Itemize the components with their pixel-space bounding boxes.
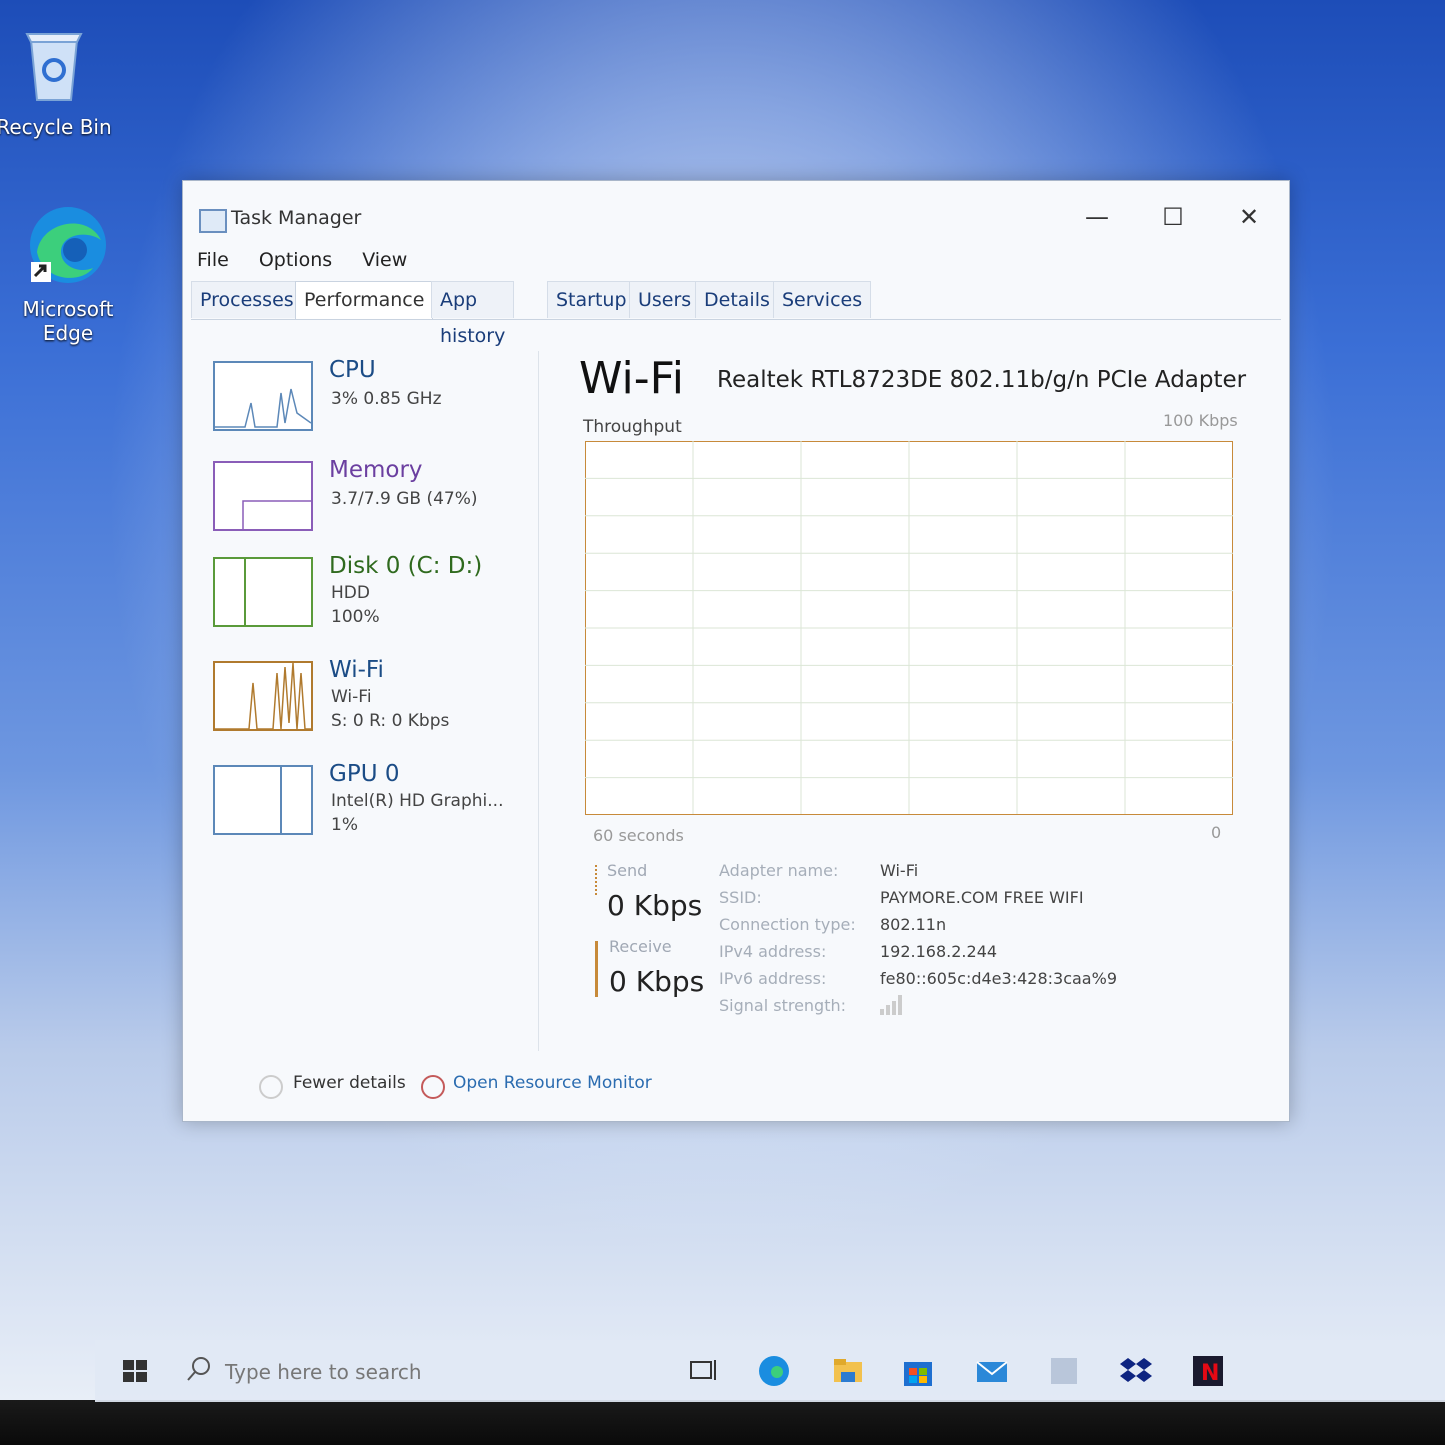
sidebar-item-disk[interactable]: Disk 0 (C: D:) HDD 100% xyxy=(213,553,533,647)
minimize-button[interactable]: — xyxy=(1067,197,1127,237)
info-key-ipv6: IPv6 address: xyxy=(719,969,827,988)
monitor-bezel xyxy=(0,1400,1445,1445)
info-value-ipv4: 192.168.2.244 xyxy=(880,942,998,961)
gpu-usage: 1% xyxy=(331,815,358,835)
taskbar-search-box[interactable]: Type here to search xyxy=(175,1348,555,1394)
task-manager-window: Task Manager — ☐ ✕ File Options View Pro… xyxy=(182,180,1290,1122)
info-value-ssid: PAYMORE.COM FREE WIFI xyxy=(880,888,1084,907)
send-label: Send xyxy=(607,861,648,880)
receive-label: Receive xyxy=(609,937,672,956)
file-explorer-icon[interactable] xyxy=(831,1354,865,1388)
dropbox-icon[interactable] xyxy=(1119,1354,1153,1388)
cpu-title: CPU xyxy=(329,357,376,383)
task-manager-icon xyxy=(199,209,227,233)
sidebar-item-memory[interactable]: Memory 3.7/7.9 GB (47%) xyxy=(213,457,533,551)
cpu-usage: 3% 0.85 GHz xyxy=(331,389,442,409)
taskbar: Type here to search N xyxy=(95,1340,1445,1402)
chevron-up-icon[interactable] xyxy=(259,1075,283,1099)
send-value: 0 Kbps xyxy=(607,889,703,922)
sidebar-item-wifi[interactable]: Wi-Fi Wi-Fi S: 0 R: 0 Kbps xyxy=(213,657,533,751)
cpu-mini-graph xyxy=(213,361,313,431)
memory-title: Memory xyxy=(329,457,423,483)
info-key-ipv4: IPv4 address: xyxy=(719,942,827,961)
sidebar-item-gpu[interactable]: GPU 0 Intel(R) HD Graphi... 1% xyxy=(213,761,533,855)
resource-monitor-icon xyxy=(421,1075,445,1099)
wifi-rates: S: 0 R: 0 Kbps xyxy=(331,711,450,731)
windows-start-icon[interactable] xyxy=(119,1354,153,1388)
edge-icon[interactable] xyxy=(757,1354,791,1388)
info-key-connection: Connection type: xyxy=(719,915,856,934)
graph-label: Throughput xyxy=(583,417,682,437)
page-title: Wi-Fi xyxy=(579,353,684,404)
fewer-details-link[interactable]: Fewer details xyxy=(293,1073,406,1093)
send-indicator xyxy=(595,865,597,895)
edge-label: Microsoft Edge xyxy=(22,297,114,345)
memory-usage: 3.7/7.9 GB (47%) xyxy=(331,489,478,509)
sidebar-item-cpu[interactable]: CPU 3% 0.85 GHz xyxy=(213,357,533,451)
memory-mini-graph xyxy=(213,461,313,531)
disk-mini-graph xyxy=(213,557,313,627)
graph-scale-max: 100 Kbps xyxy=(1163,411,1238,430)
menu-options[interactable]: Options xyxy=(259,249,332,271)
graph-scale-min: 0 xyxy=(1211,823,1222,842)
close-button[interactable]: ✕ xyxy=(1219,197,1279,237)
info-key-adapter: Adapter name: xyxy=(719,861,839,880)
recycle-bin-icon xyxy=(0,26,114,109)
recycle-bin-shortcut[interactable]: Recycle Bin xyxy=(0,26,114,139)
tab-processes[interactable]: Processes xyxy=(191,281,303,318)
menu-file[interactable]: File xyxy=(197,249,229,271)
tab-startup[interactable]: Startup xyxy=(547,281,636,318)
wifi-subtitle: Wi-Fi xyxy=(331,687,372,707)
throughput-graph xyxy=(585,441,1233,815)
app-icon[interactable] xyxy=(1047,1354,1081,1388)
gpu-name: Intel(R) HD Graphi... xyxy=(331,791,504,811)
search-icon xyxy=(185,1354,219,1388)
disk-usage: 100% xyxy=(331,607,380,627)
info-key-ssid: SSID: xyxy=(719,888,762,907)
tab-divider xyxy=(191,319,1281,320)
tab-performance[interactable]: Performance xyxy=(295,281,434,320)
maximize-button[interactable]: ☐ xyxy=(1143,197,1203,237)
info-key-signal: Signal strength: xyxy=(719,996,847,1015)
tab-details[interactable]: Details xyxy=(695,281,779,318)
sidebar-divider xyxy=(538,351,539,1051)
menu-view[interactable]: View xyxy=(362,249,407,271)
netflix-icon[interactable]: N xyxy=(1191,1354,1225,1388)
edge-shortcut[interactable]: Microsoft Edge xyxy=(8,204,128,345)
tab-services[interactable]: Services xyxy=(773,281,872,318)
tab-app-history[interactable]: App history xyxy=(431,281,515,347)
gpu-mini-graph xyxy=(213,765,313,835)
open-resource-monitor-link[interactable]: Open Resource Monitor xyxy=(453,1073,652,1093)
edge-icon xyxy=(8,204,128,291)
window-title: Task Manager xyxy=(231,207,362,229)
wifi-mini-graph xyxy=(213,661,313,731)
graph-time-span: 60 seconds xyxy=(593,826,684,845)
store-icon[interactable] xyxy=(901,1354,935,1388)
adapter-name-heading: Realtek RTL8723DE 802.11b/g/n PCIe Adapt… xyxy=(717,367,1247,393)
recycle-bin-label: Recycle Bin xyxy=(0,115,112,139)
svg-text:N: N xyxy=(1201,1361,1219,1386)
gpu-title: GPU 0 xyxy=(329,761,400,787)
task-view-icon[interactable] xyxy=(687,1354,721,1388)
info-value-ipv6: fe80::605c:d4e3:428:3caa%9 xyxy=(880,969,1117,988)
receive-indicator xyxy=(595,941,598,997)
title-bar[interactable]: Task Manager — ☐ ✕ xyxy=(183,181,1289,253)
info-value-connection: 802.11n xyxy=(880,915,947,934)
wifi-title: Wi-Fi xyxy=(329,657,384,683)
info-value-adapter: Wi-Fi xyxy=(880,861,919,880)
menu-bar: File Options View xyxy=(197,249,431,279)
mail-icon[interactable] xyxy=(975,1354,1009,1388)
disk-title: Disk 0 (C: D:) xyxy=(329,553,483,579)
disk-type: HDD xyxy=(331,583,370,603)
tab-users[interactable]: Users xyxy=(629,281,701,318)
receive-value: 0 Kbps xyxy=(609,965,705,998)
search-placeholder: Type here to search xyxy=(225,1360,422,1384)
signal-strength-icon xyxy=(880,993,906,1019)
